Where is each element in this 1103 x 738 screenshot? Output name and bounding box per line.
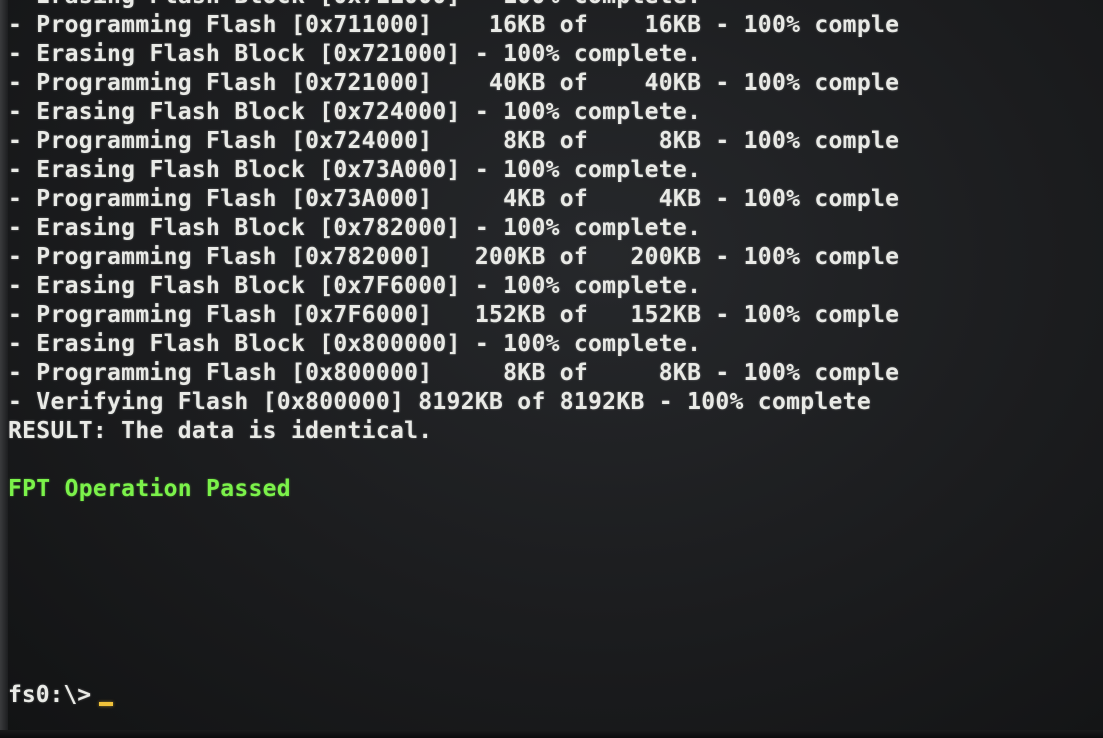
terminal-line: - Erasing Flash Block [0x711000] - 100% … [8, 0, 1103, 11]
monitor-bezel-left [0, 0, 8, 738]
terminal-line: - Programming Flash [0x711000] 16KB of 1… [8, 12, 900, 38]
operation-passed-line: FPT Operation Passed [8, 476, 291, 502]
command-prompt[interactable]: fs0:\> [8, 680, 114, 710]
prompt-label: fs0:\> [8, 682, 92, 708]
terminal-line: - Programming Flash [0x73A000] 4KB of 4K… [8, 186, 900, 212]
monitor-bezel-bottom [0, 730, 1103, 738]
terminal-screen: - Erasing Flash Block [0x711000] - 100% … [0, 0, 1103, 738]
terminal-line: - Erasing Flash Block [0x7F6000] - 100% … [8, 273, 702, 299]
text-cursor [99, 702, 114, 706]
terminal-line: - Erasing Flash Block [0x724000] - 100% … [8, 99, 702, 125]
terminal-line: - Erasing Flash Block [0x800000] - 100% … [8, 331, 702, 357]
terminal-line: - Programming Flash [0x800000] 8KB of 8K… [8, 360, 900, 386]
terminal-line: - Programming Flash [0x724000] 8KB of 8K… [8, 128, 900, 154]
terminal-line: - Programming Flash [0x721000] 40KB of 4… [8, 70, 900, 96]
terminal-line: - Erasing Flash Block [0x782000] - 100% … [8, 215, 702, 241]
result-line: RESULT: The data is identical. [8, 418, 433, 444]
terminal-line: - Verifying Flash [0x800000] 8192KB of 8… [8, 389, 871, 415]
terminal-line: - Programming Flash [0x7F6000] 152KB of … [8, 302, 900, 328]
terminal-output: - Erasing Flash Block [0x711000] - 100% … [8, 0, 1103, 504]
terminal-line: - Programming Flash [0x782000] 200KB of … [8, 244, 900, 270]
terminal-line: - Erasing Flash Block [0x73A000] - 100% … [8, 157, 702, 183]
terminal-line: - Erasing Flash Block [0x721000] - 100% … [8, 41, 702, 67]
